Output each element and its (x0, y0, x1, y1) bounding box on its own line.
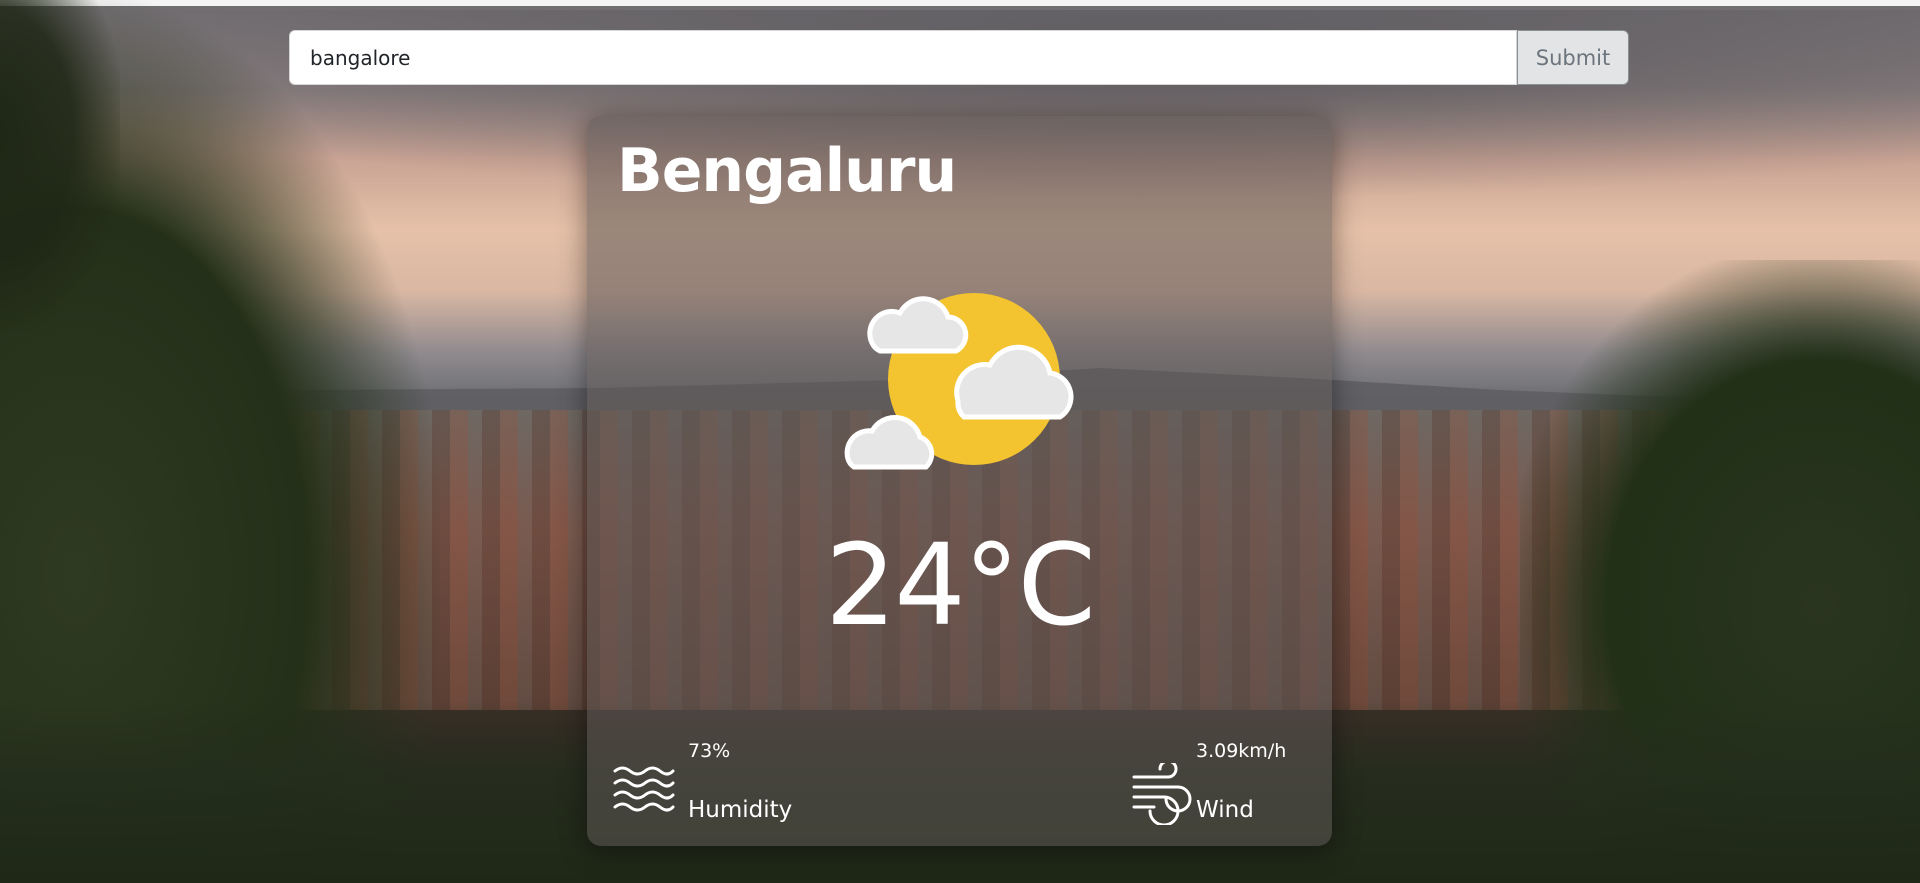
waves-icon (613, 766, 675, 812)
wind-label: Wind (1196, 797, 1254, 823)
humidity-label: Humidity (688, 797, 793, 823)
submit-button[interactable]: Submit (1517, 30, 1629, 85)
city-search-input[interactable] (289, 30, 1517, 85)
weather-card: Bengaluru 24°C 73% Humidity 3.09km/h Win… (587, 116, 1332, 846)
humidity-stat: 73% Humidity (613, 726, 863, 826)
tree-top-left (0, 0, 120, 330)
temperature-display: 24°C (587, 521, 1332, 651)
wind-value: 3.09km/h (1196, 740, 1287, 762)
partly-cloudy-icon (844, 293, 1074, 470)
temperature-value: 24°C (825, 521, 1096, 651)
humidity-value: 73% (688, 740, 731, 762)
wind-icon (1132, 763, 1192, 825)
wind-stat: 3.09km/h Wind (1132, 726, 1332, 826)
city-name: Bengaluru (617, 136, 957, 206)
search-form: Submit (289, 30, 1629, 85)
